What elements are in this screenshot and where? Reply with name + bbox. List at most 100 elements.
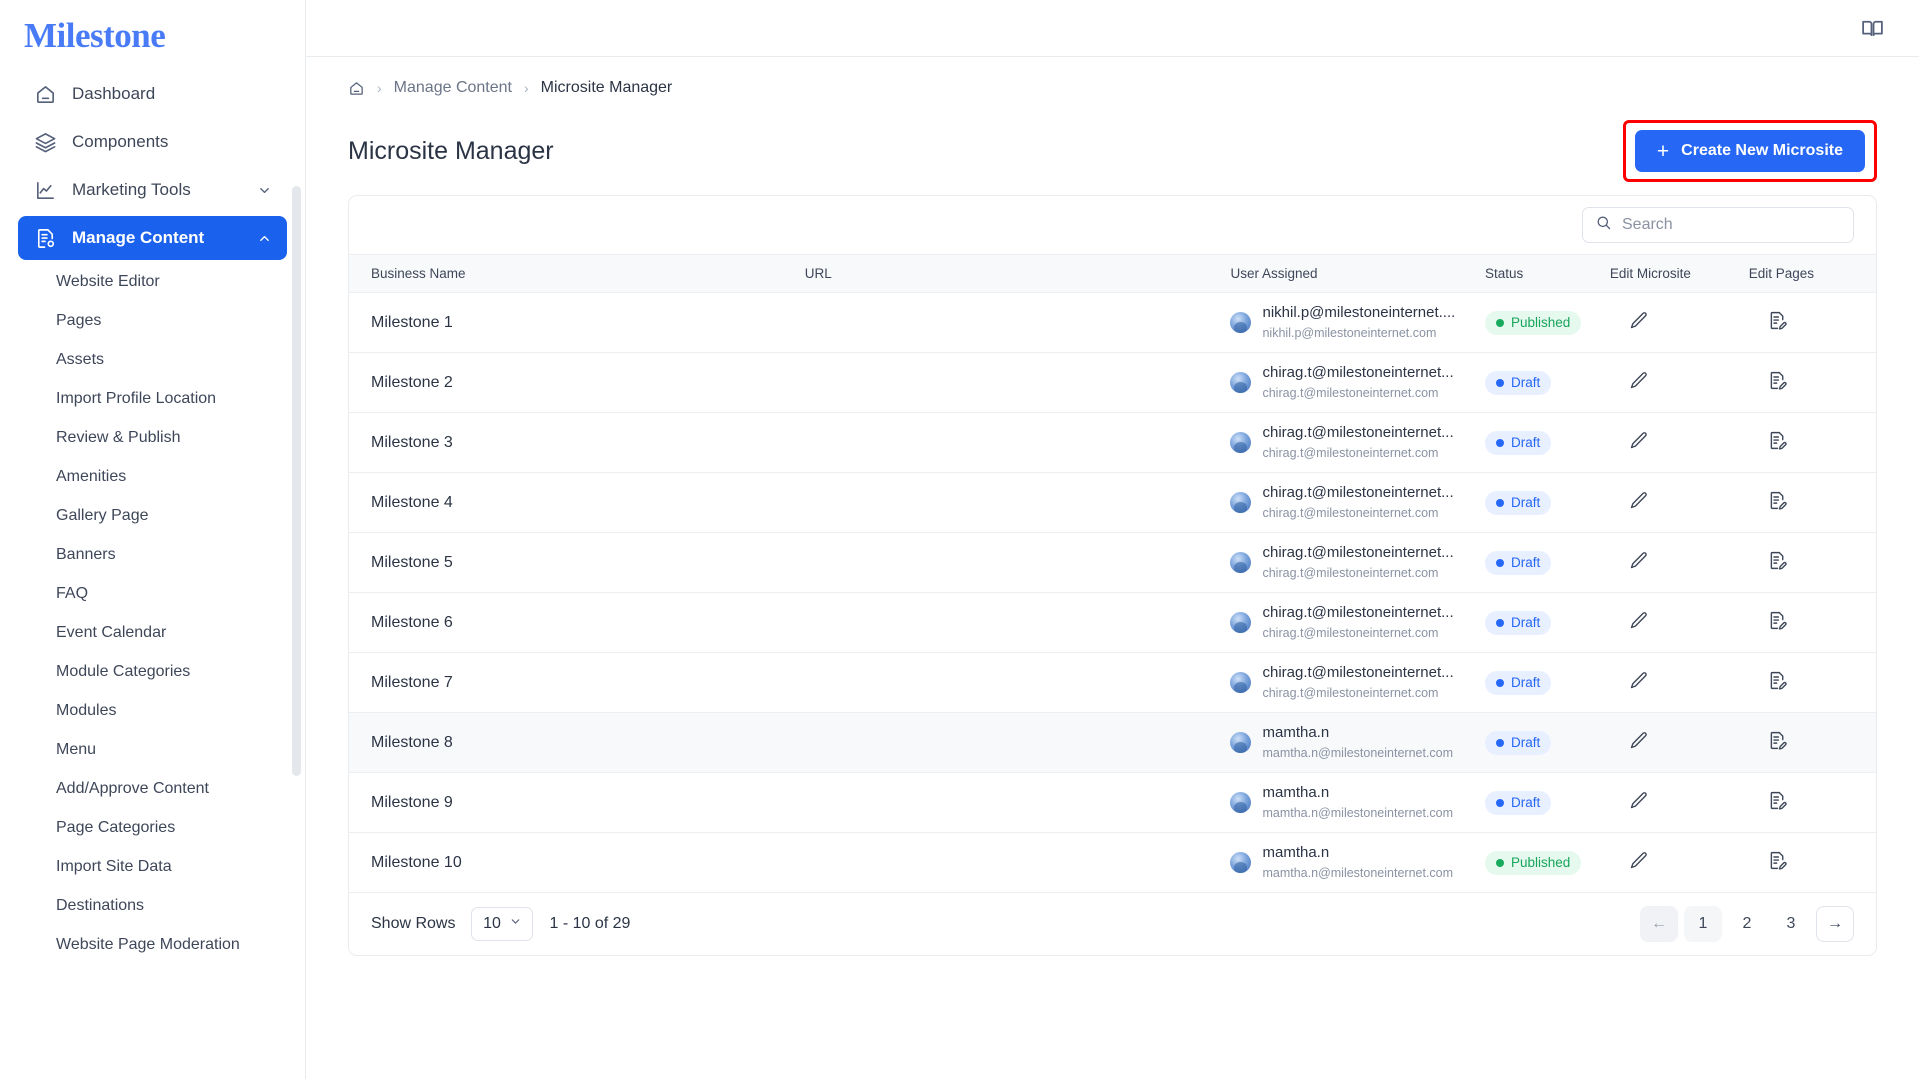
pencil-icon[interactable]	[1610, 490, 1649, 511]
user-assigned-email: mamtha.n@milestoneinternet.com	[1262, 745, 1454, 760]
sidebar-subitem-event-calendar[interactable]: Event Calendar	[18, 615, 287, 651]
column-header-user-assigned[interactable]: User Assigned	[1230, 254, 1485, 293]
table-row[interactable]: Milestone 1 nikhil.p@milestoneinternet...…	[349, 292, 1876, 353]
sidebar-subitem-add-approve-content[interactable]: Add/Approve Content	[18, 771, 287, 807]
pencil-icon[interactable]	[1610, 610, 1649, 631]
table-row[interactable]: Milestone 8 mamtha.n mamtha.n@milestoneint…	[349, 712, 1876, 773]
table-row[interactable]: Milestone 10 mamtha.n mamtha.n@milestonein…	[349, 832, 1876, 893]
document-edit-icon[interactable]	[1749, 370, 1788, 391]
sidebar-subitem-label: Assets	[56, 351, 105, 368]
pagination-page-2[interactable]: 2	[1728, 906, 1766, 942]
sidebar-subitem-label: Banners	[56, 546, 116, 563]
sidebar-subitem-menu[interactable]: Menu	[18, 732, 287, 768]
column-header-url[interactable]: URL	[804, 254, 1231, 293]
sidebar-subitem-label: Page Categories	[56, 819, 176, 836]
column-header-status[interactable]: Status	[1484, 254, 1610, 293]
pencil-icon[interactable]	[1610, 550, 1649, 571]
cell-edit-microsite	[1609, 592, 1749, 653]
pencil-icon[interactable]	[1610, 790, 1649, 811]
sidebar: Milestone Dashboard Components Marketing…	[0, 0, 306, 1079]
table-row[interactable]: Milestone 3 chirag.t@milestoneinternet...…	[349, 412, 1876, 473]
create-new-microsite-button[interactable]: + Create New Microsite	[1634, 130, 1865, 172]
document-edit-icon[interactable]	[1749, 670, 1788, 691]
table-row[interactable]: Milestone 9 mamtha.n mamtha.n@milestoneint…	[349, 772, 1876, 833]
pencil-icon[interactable]	[1610, 430, 1649, 451]
sidebar-subitem-review-publish[interactable]: Review & Publish	[18, 420, 287, 456]
sidebar-subitem-website-editor[interactable]: Website Editor	[18, 264, 287, 300]
user-assigned-name: chirag.t@milestoneinternet...	[1262, 663, 1454, 681]
search-input[interactable]	[1622, 216, 1841, 234]
sidebar-item-manage-content[interactable]: Manage Content	[18, 216, 287, 260]
document-edit-icon[interactable]	[1749, 850, 1788, 871]
brand-logo[interactable]: Milestone	[0, 0, 305, 72]
sidebar-subitem-assets[interactable]: Assets	[18, 342, 287, 378]
table-row[interactable]: Milestone 5 chirag.t@milestoneinternet...…	[349, 532, 1876, 593]
breadcrumb-item-manage-content[interactable]: Manage Content	[394, 79, 512, 97]
document-edit-icon[interactable]	[1749, 490, 1788, 511]
sidebar-item-marketing-tools[interactable]: Marketing Tools	[18, 168, 287, 212]
pencil-icon[interactable]	[1610, 670, 1649, 691]
cell-status: Draft	[1484, 472, 1610, 533]
search-box[interactable]	[1582, 207, 1854, 243]
status-badge-label: Published	[1510, 855, 1571, 870]
sidebar-subitem-module-categories[interactable]: Module Categories	[18, 654, 287, 690]
sidebar-subitem-faq[interactable]: FAQ	[18, 576, 287, 612]
status-badge: Draft	[1484, 430, 1552, 455]
sidebar-subitem-label: Event Calendar	[56, 624, 167, 641]
status-dot-icon	[1495, 558, 1504, 567]
status-badge: Draft	[1484, 730, 1552, 755]
column-header-edit-pages[interactable]: Edit Pages	[1748, 254, 1876, 293]
pagination-prev-button[interactable]: ←	[1640, 906, 1678, 942]
cell-edit-microsite	[1609, 472, 1749, 533]
breadcrumb-item-microsite-manager[interactable]: Microsite Manager	[541, 79, 673, 97]
sidebar-scroll-area[interactable]: Milestone Dashboard Components Marketing…	[0, 0, 305, 1079]
open-book-icon[interactable]	[1860, 16, 1885, 41]
table-row[interactable]: Milestone 2 chirag.t@milestoneinternet...…	[349, 352, 1876, 413]
rows-per-page-select[interactable]: 10	[471, 907, 534, 941]
create-new-microsite-highlight: + Create New Microsite	[1622, 120, 1877, 182]
column-header-edit-microsite[interactable]: Edit Microsite	[1609, 254, 1749, 293]
pagination-page-3[interactable]: 3	[1772, 906, 1810, 942]
document-edit-icon[interactable]	[1749, 610, 1788, 631]
sidebar-subitem-modules[interactable]: Modules	[18, 693, 287, 729]
document-edit-icon[interactable]	[1749, 790, 1788, 811]
sidebar-scrollbar[interactable]	[292, 186, 301, 776]
column-header-business-name[interactable]: Business Name	[349, 254, 805, 293]
chevron-down-icon	[509, 915, 522, 933]
table-row[interactable]: Milestone 4 chirag.t@milestoneinternet...…	[349, 472, 1876, 533]
sidebar-item-dashboard[interactable]: Dashboard	[18, 72, 287, 116]
pencil-icon[interactable]	[1610, 850, 1649, 871]
pagination-page-1[interactable]: 1	[1684, 906, 1722, 942]
cell-edit-pages	[1748, 412, 1876, 473]
cell-edit-pages	[1748, 352, 1876, 413]
table-row[interactable]: Milestone 6 chirag.t@milestoneinternet...…	[349, 592, 1876, 653]
sidebar-subitem-banners[interactable]: Banners	[18, 537, 287, 573]
pagination-next-button[interactable]: →	[1816, 906, 1854, 942]
document-edit-icon[interactable]	[1749, 310, 1788, 331]
sidebar-subitem-destinations[interactable]: Destinations	[18, 888, 287, 924]
user-assigned-name: chirag.t@milestoneinternet...	[1262, 483, 1454, 501]
document-edit-icon[interactable]	[1749, 730, 1788, 751]
sidebar-subitem-page-categories[interactable]: Page Categories	[18, 810, 287, 846]
pencil-icon[interactable]	[1610, 730, 1649, 751]
chart-line-icon	[32, 177, 58, 203]
document-edit-icon[interactable]	[1749, 430, 1788, 451]
document-edit-icon[interactable]	[1749, 550, 1788, 571]
sidebar-subitem-import-site-data[interactable]: Import Site Data	[18, 849, 287, 885]
cell-edit-pages	[1748, 652, 1876, 713]
sidebar-subitem-website-page-moderation[interactable]: Website Page Moderation	[18, 927, 287, 963]
avatar	[1230, 552, 1252, 573]
sidebar-subitem-pages[interactable]: Pages	[18, 303, 287, 339]
sidebar-subitem-gallery-page[interactable]: Gallery Page	[18, 498, 287, 534]
pencil-icon[interactable]	[1610, 370, 1649, 391]
table-row[interactable]: Milestone 7 chirag.t@milestoneinternet...…	[349, 652, 1876, 713]
sidebar-subitem-amenities[interactable]: Amenities	[18, 459, 287, 495]
status-dot-icon	[1495, 858, 1504, 867]
status-badge-label: Draft	[1510, 735, 1541, 750]
sidebar-item-components[interactable]: Components	[18, 120, 287, 164]
pencil-icon[interactable]	[1610, 310, 1649, 331]
breadcrumb-home-icon[interactable]	[348, 80, 365, 97]
cell-url	[804, 832, 1231, 893]
sidebar-subitem-label: Website Page Moderation	[56, 936, 240, 953]
sidebar-subitem-import-profile-location[interactable]: Import Profile Location	[18, 381, 287, 417]
